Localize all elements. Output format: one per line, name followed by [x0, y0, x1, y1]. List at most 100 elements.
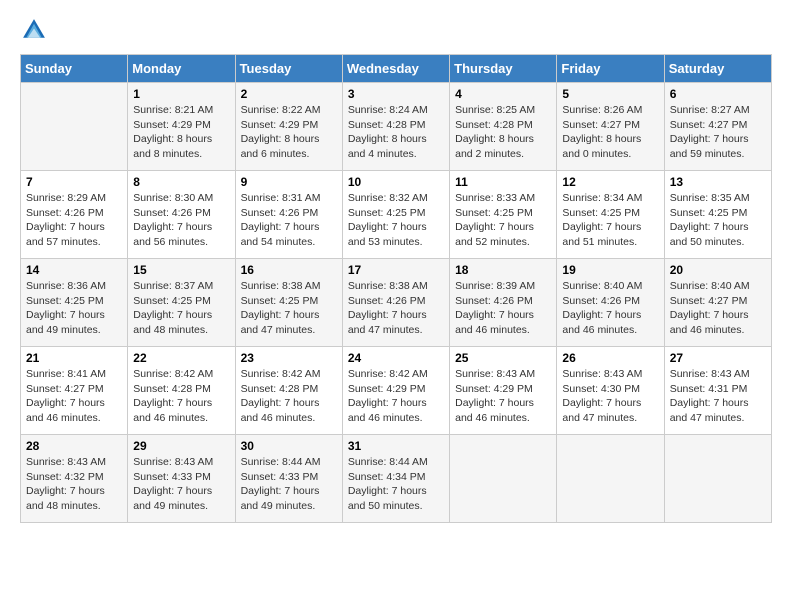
day-info: Sunrise: 8:40 AMSunset: 4:27 PMDaylight:…	[670, 279, 766, 338]
calendar-cell: 14 Sunrise: 8:36 AMSunset: 4:25 PMDayligh…	[21, 259, 128, 347]
column-header-sunday: Sunday	[21, 55, 128, 83]
day-info: Sunrise: 8:22 AMSunset: 4:29 PMDaylight:…	[241, 103, 337, 162]
column-header-monday: Monday	[128, 55, 235, 83]
day-info: Sunrise: 8:30 AMSunset: 4:26 PMDaylight:…	[133, 191, 229, 250]
calendar-cell: 24 Sunrise: 8:42 AMSunset: 4:29 PMDayligh…	[342, 347, 449, 435]
calendar-cell: 27 Sunrise: 8:43 AMSunset: 4:31 PMDayligh…	[664, 347, 771, 435]
calendar-cell: 19 Sunrise: 8:40 AMSunset: 4:26 PMDayligh…	[557, 259, 664, 347]
day-info: Sunrise: 8:33 AMSunset: 4:25 PMDaylight:…	[455, 191, 551, 250]
day-info: Sunrise: 8:27 AMSunset: 4:27 PMDaylight:…	[670, 103, 766, 162]
week-row-1: 7 Sunrise: 8:29 AMSunset: 4:26 PMDaylight…	[21, 171, 772, 259]
calendar-cell: 4 Sunrise: 8:25 AMSunset: 4:28 PMDaylight…	[450, 83, 557, 171]
day-info: Sunrise: 8:41 AMSunset: 4:27 PMDaylight:…	[26, 367, 122, 426]
calendar-cell: 28Sunrise: 8:43 AMSunset: 4:32 PMDayligh…	[21, 435, 128, 523]
day-info: Sunrise: 8:43 AMSunset: 4:32 PMDaylight:…	[26, 455, 122, 514]
day-number: 4	[455, 87, 551, 101]
day-number: 10	[348, 175, 444, 189]
day-info: Sunrise: 8:43 AMSunset: 4:31 PMDaylight:…	[670, 367, 766, 426]
day-info: Sunrise: 8:37 AMSunset: 4:25 PMDaylight:…	[133, 279, 229, 338]
calendar-cell	[450, 435, 557, 523]
day-info: Sunrise: 8:40 AMSunset: 4:26 PMDaylight:…	[562, 279, 658, 338]
day-number: 7	[26, 175, 122, 189]
day-number: 24	[348, 351, 444, 365]
calendar-cell: 30 Sunrise: 8:44 AMSunset: 4:33 PMDayligh…	[235, 435, 342, 523]
calendar-cell: 7 Sunrise: 8:29 AMSunset: 4:26 PMDaylight…	[21, 171, 128, 259]
day-number: 16	[241, 263, 337, 277]
calendar-cell: 18 Sunrise: 8:39 AMSunset: 4:26 PMDayligh…	[450, 259, 557, 347]
day-number: 1	[133, 87, 229, 101]
calendar-cell: 6Sunrise: 8:27 AMSunset: 4:27 PMDaylight…	[664, 83, 771, 171]
day-number: 27	[670, 351, 766, 365]
column-header-wednesday: Wednesday	[342, 55, 449, 83]
calendar-cell: 9 Sunrise: 8:31 AMSunset: 4:26 PMDaylight…	[235, 171, 342, 259]
day-number: 5	[562, 87, 658, 101]
day-number: 25	[455, 351, 551, 365]
calendar-cell: 22 Sunrise: 8:42 AMSunset: 4:28 PMDayligh…	[128, 347, 235, 435]
calendar-cell: 11 Sunrise: 8:33 AMSunset: 4:25 PMDayligh…	[450, 171, 557, 259]
week-row-2: 14 Sunrise: 8:36 AMSunset: 4:25 PMDayligh…	[21, 259, 772, 347]
column-header-friday: Friday	[557, 55, 664, 83]
day-number: 31	[348, 439, 444, 453]
day-number: 23	[241, 351, 337, 365]
column-header-thursday: Thursday	[450, 55, 557, 83]
day-info: Sunrise: 8:42 AMSunset: 4:29 PMDaylight:…	[348, 367, 444, 426]
week-row-0: 1 Sunrise: 8:21 AMSunset: 4:29 PMDaylight…	[21, 83, 772, 171]
calendar-cell: 23 Sunrise: 8:42 AMSunset: 4:28 PMDayligh…	[235, 347, 342, 435]
calendar-table: SundayMondayTuesdayWednesdayThursdayFrid…	[20, 54, 772, 523]
day-number: 3	[348, 87, 444, 101]
day-info: Sunrise: 8:44 AMSunset: 4:33 PMDaylight:…	[241, 455, 337, 514]
day-number: 2	[241, 87, 337, 101]
calendar-body: 1 Sunrise: 8:21 AMSunset: 4:29 PMDaylight…	[21, 83, 772, 523]
calendar-cell: 5 Sunrise: 8:26 AMSunset: 4:27 PMDaylight…	[557, 83, 664, 171]
day-info: Sunrise: 8:38 AMSunset: 4:26 PMDaylight:…	[348, 279, 444, 338]
day-number: 8	[133, 175, 229, 189]
day-number: 12	[562, 175, 658, 189]
day-info: Sunrise: 8:39 AMSunset: 4:26 PMDaylight:…	[455, 279, 551, 338]
day-number: 14	[26, 263, 122, 277]
day-number: 15	[133, 263, 229, 277]
day-number: 18	[455, 263, 551, 277]
day-info: Sunrise: 8:36 AMSunset: 4:25 PMDaylight:…	[26, 279, 122, 338]
day-info: Sunrise: 8:43 AMSunset: 4:30 PMDaylight:…	[562, 367, 658, 426]
day-number: 9	[241, 175, 337, 189]
calendar-cell	[21, 83, 128, 171]
day-number: 26	[562, 351, 658, 365]
day-number: 19	[562, 263, 658, 277]
calendar-cell	[664, 435, 771, 523]
day-info: Sunrise: 8:26 AMSunset: 4:27 PMDaylight:…	[562, 103, 658, 162]
calendar-cell: 13Sunrise: 8:35 AMSunset: 4:25 PMDayligh…	[664, 171, 771, 259]
logo-icon	[20, 16, 48, 44]
day-info: Sunrise: 8:29 AMSunset: 4:26 PMDaylight:…	[26, 191, 122, 250]
logo	[20, 16, 52, 44]
column-header-saturday: Saturday	[664, 55, 771, 83]
day-info: Sunrise: 8:21 AMSunset: 4:29 PMDaylight:…	[133, 103, 229, 162]
day-info: Sunrise: 8:44 AMSunset: 4:34 PMDaylight:…	[348, 455, 444, 514]
day-info: Sunrise: 8:25 AMSunset: 4:28 PMDaylight:…	[455, 103, 551, 162]
day-number: 21	[26, 351, 122, 365]
day-info: Sunrise: 8:35 AMSunset: 4:25 PMDaylight:…	[670, 191, 766, 250]
day-info: Sunrise: 8:31 AMSunset: 4:26 PMDaylight:…	[241, 191, 337, 250]
day-number: 30	[241, 439, 337, 453]
calendar-cell: 10 Sunrise: 8:32 AMSunset: 4:25 PMDayligh…	[342, 171, 449, 259]
day-number: 11	[455, 175, 551, 189]
day-number: 29	[133, 439, 229, 453]
day-number: 20	[670, 263, 766, 277]
calendar-cell: 31 Sunrise: 8:44 AMSunset: 4:34 PMDayligh…	[342, 435, 449, 523]
calendar-cell: 21 Sunrise: 8:41 AMSunset: 4:27 PMDayligh…	[21, 347, 128, 435]
day-number: 22	[133, 351, 229, 365]
calendar-cell: 2 Sunrise: 8:22 AMSunset: 4:29 PMDaylight…	[235, 83, 342, 171]
week-row-4: 28Sunrise: 8:43 AMSunset: 4:32 PMDayligh…	[21, 435, 772, 523]
day-info: Sunrise: 8:42 AMSunset: 4:28 PMDaylight:…	[133, 367, 229, 426]
calendar-cell: 29Sunrise: 8:43 AMSunset: 4:33 PMDayligh…	[128, 435, 235, 523]
calendar-cell: 3Sunrise: 8:24 AMSunset: 4:28 PMDaylight…	[342, 83, 449, 171]
day-info: Sunrise: 8:32 AMSunset: 4:25 PMDaylight:…	[348, 191, 444, 250]
day-info: Sunrise: 8:42 AMSunset: 4:28 PMDaylight:…	[241, 367, 337, 426]
calendar-cell: 25Sunrise: 8:43 AMSunset: 4:29 PMDayligh…	[450, 347, 557, 435]
calendar-cell: 12Sunrise: 8:34 AMSunset: 4:25 PMDayligh…	[557, 171, 664, 259]
calendar-cell: 1 Sunrise: 8:21 AMSunset: 4:29 PMDaylight…	[128, 83, 235, 171]
calendar-cell	[557, 435, 664, 523]
calendar-cell: 15 Sunrise: 8:37 AMSunset: 4:25 PMDayligh…	[128, 259, 235, 347]
calendar-cell: 8 Sunrise: 8:30 AMSunset: 4:26 PMDaylight…	[128, 171, 235, 259]
page-header	[20, 16, 772, 44]
column-header-tuesday: Tuesday	[235, 55, 342, 83]
